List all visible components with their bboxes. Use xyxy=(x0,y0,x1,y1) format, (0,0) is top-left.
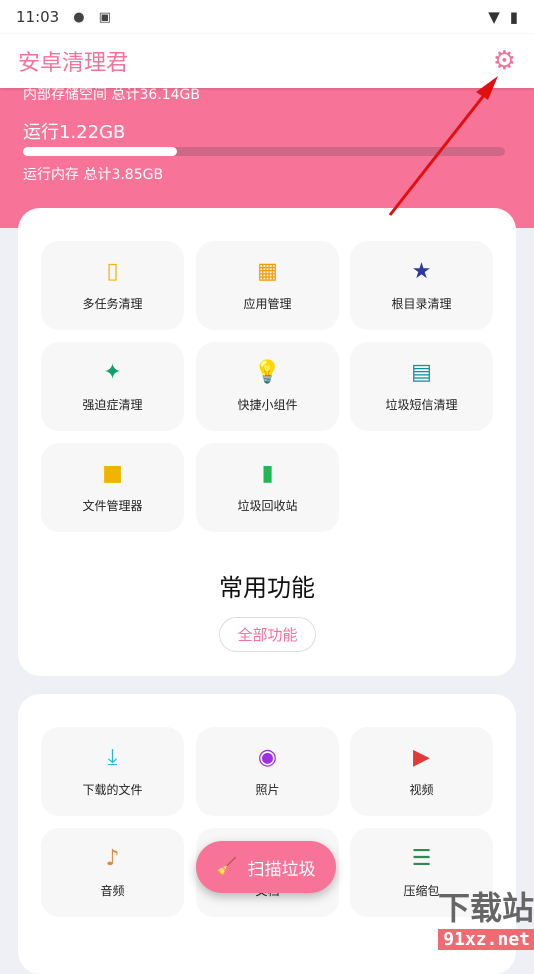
keyboard-icon: ▣ xyxy=(98,9,111,25)
tile-label: 快捷小组件 xyxy=(237,398,298,412)
trash-icon: ▮ xyxy=(261,461,274,486)
tile-message[interactable]: ▤ 垃圾短信清理 xyxy=(350,342,493,431)
section-title: 常用功能 xyxy=(219,574,315,602)
broom-icon: 🧹 xyxy=(216,857,238,877)
tile-music[interactable]: ♪ 音频 xyxy=(41,828,184,917)
watermark-text: 下载站 xyxy=(437,889,534,927)
apps-grid-icon: ▦ xyxy=(257,259,278,284)
tile-lightbulb[interactable]: 💡 快捷小组件 xyxy=(196,342,339,431)
tile-download[interactable]: ⤓ 下载的文件 xyxy=(41,727,184,816)
tile-label: 强迫症清理 xyxy=(82,398,143,412)
archive-icon: ☰ xyxy=(411,846,432,871)
tile-label: 文件管理器 xyxy=(82,499,143,513)
tile-label: 根目录清理 xyxy=(391,297,452,311)
running-memory: 运行1.22GB xyxy=(23,122,126,143)
scan-junk-button[interactable]: 🧹 扫描垃圾 xyxy=(196,841,336,893)
tile-label: 音频 xyxy=(100,884,125,898)
tools-card: ▯ 多任务清理 ▦ 应用管理 ★ 根目录清理 ✦ 强迫症清理 💡 快捷小组件 ▤ 垃圾短信清理 ■ 文件管… xyxy=(18,208,516,676)
all-features-button[interactable]: 全部功能 xyxy=(219,617,316,652)
tile-label: 下载的文件 xyxy=(82,783,143,797)
camera-icon: ◉ xyxy=(257,745,278,770)
tile-trash[interactable]: ▮ 垃圾回收站 xyxy=(196,443,339,532)
wifi-icon: ▼ xyxy=(488,8,500,26)
tile-video[interactable]: ▶ 视频 xyxy=(350,727,493,816)
tile-folder-star[interactable]: ★ 根目录清理 xyxy=(350,241,493,330)
memory-progress-bar xyxy=(23,147,505,156)
tile-label: 压缩包 xyxy=(403,884,440,898)
watermark-url: 91xz.net xyxy=(437,929,534,950)
tile-sparkle[interactable]: ✦ 强迫症清理 xyxy=(41,342,184,431)
sparkle-icon: ✦ xyxy=(103,360,122,385)
lightbulb-icon: 💡 xyxy=(253,360,282,385)
folder-icon: ■ xyxy=(102,461,123,486)
status-time: 11:03 xyxy=(16,8,60,26)
tile-phone[interactable]: ▯ 多任务清理 xyxy=(41,241,184,330)
memory-total: 运行内存 总计3.85GB xyxy=(23,167,164,183)
memory-progress-fill xyxy=(23,147,178,156)
tile-label: 垃圾回收站 xyxy=(237,499,298,513)
tile-folder[interactable]: ■ 文件管理器 xyxy=(41,443,184,532)
tile-label: 照片 xyxy=(255,783,280,797)
video-icon: ▶ xyxy=(413,745,430,770)
watermark: 下载站 91xz.net xyxy=(437,883,534,950)
settings-gear-icon[interactable]: ⚙ xyxy=(493,46,516,76)
status-bar: 11:03 ● ▣ ▼ ▮ xyxy=(0,0,534,34)
qq-icon: ● xyxy=(73,9,85,25)
app-title: 安卓清理君 xyxy=(18,51,129,76)
scan-junk-label: 扫描垃圾 xyxy=(247,859,316,880)
music-icon: ♪ xyxy=(105,846,120,871)
message-icon: ▤ xyxy=(411,360,432,385)
phone-icon: ▯ xyxy=(106,259,119,284)
tile-label: 视频 xyxy=(409,783,434,797)
tile-label: 垃圾短信清理 xyxy=(385,398,458,412)
app-bar: 安卓清理君 ⚙ xyxy=(0,34,534,88)
folder-star-icon: ★ xyxy=(411,259,432,284)
battery-icon: ▮ xyxy=(509,8,518,26)
download-icon: ⤓ xyxy=(107,745,118,770)
tile-camera[interactable]: ◉ 照片 xyxy=(196,727,339,816)
tile-apps-grid[interactable]: ▦ 应用管理 xyxy=(196,241,339,330)
tile-label: 应用管理 xyxy=(243,297,292,311)
tile-label: 多任务清理 xyxy=(82,297,143,311)
